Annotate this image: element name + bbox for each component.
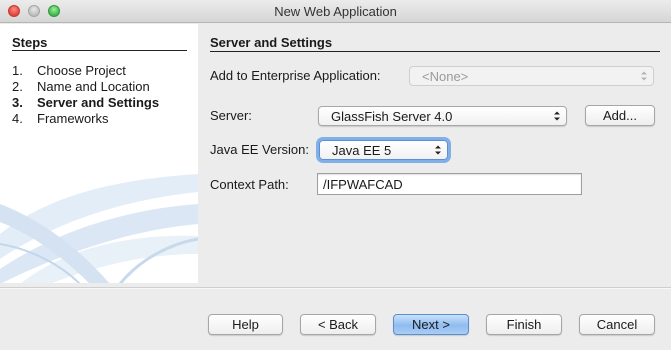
content-divider bbox=[210, 51, 660, 52]
steps-divider bbox=[12, 50, 187, 51]
finish-button[interactable]: Finish bbox=[486, 314, 562, 335]
cancel-button[interactable]: Cancel bbox=[579, 314, 655, 335]
step-name-and-location: 2. Name and Location bbox=[12, 79, 150, 94]
netbeans-swoosh-graphic bbox=[0, 174, 198, 283]
next-button[interactable]: Next > bbox=[393, 314, 469, 335]
step-label: Server and Settings bbox=[37, 95, 160, 110]
enterprise-application-value: <None> bbox=[422, 69, 469, 84]
footer-divider-highlight bbox=[0, 288, 671, 289]
java-ee-version-label: Java EE Version: bbox=[210, 142, 309, 157]
select-arrows-icon bbox=[641, 71, 647, 81]
steps-panel: Steps 1. Choose Project 2. Name and Locati… bbox=[0, 24, 198, 283]
step-label: Choose Project bbox=[37, 63, 126, 78]
step-number: 3. bbox=[12, 95, 23, 110]
step-number: 1. bbox=[12, 63, 23, 78]
help-button[interactable]: Help bbox=[208, 314, 283, 335]
java-ee-version-select[interactable]: Java EE 5 bbox=[319, 140, 448, 160]
enterprise-application-label: Add to Enterprise Application: bbox=[210, 68, 381, 83]
step-server-and-settings: 3. Server and Settings bbox=[12, 95, 159, 110]
java-ee-version-value: Java EE 5 bbox=[332, 143, 392, 158]
step-label: Name and Location bbox=[37, 79, 150, 94]
step-frameworks: 4. Frameworks bbox=[12, 111, 109, 126]
context-path-label: Context Path: bbox=[210, 177, 289, 192]
steps-header: Steps bbox=[12, 35, 48, 50]
enterprise-application-select: <None> bbox=[409, 66, 654, 86]
dialog-window: New Web Application Steps 1. Choose Proje… bbox=[0, 0, 671, 350]
back-button[interactable]: < Back bbox=[300, 314, 376, 335]
step-label: Frameworks bbox=[37, 111, 109, 126]
step-number: 4. bbox=[12, 111, 23, 126]
step-choose-project: 1. Choose Project bbox=[12, 63, 126, 78]
select-arrows-icon bbox=[435, 145, 441, 155]
window-title: New Web Application bbox=[274, 4, 397, 19]
server-label: Server: bbox=[210, 108, 252, 123]
context-path-input[interactable]: /IFPWAFCAD bbox=[317, 173, 582, 195]
select-arrows-icon bbox=[554, 111, 560, 121]
server-select[interactable]: GlassFish Server 4.0 bbox=[318, 106, 567, 126]
content-header: Server and Settings bbox=[210, 35, 333, 50]
step-number: 2. bbox=[12, 79, 23, 94]
title-bar[interactable]: New Web Application bbox=[0, 0, 671, 23]
server-value: GlassFish Server 4.0 bbox=[331, 109, 453, 124]
add-server-button[interactable]: Add... bbox=[585, 105, 655, 126]
